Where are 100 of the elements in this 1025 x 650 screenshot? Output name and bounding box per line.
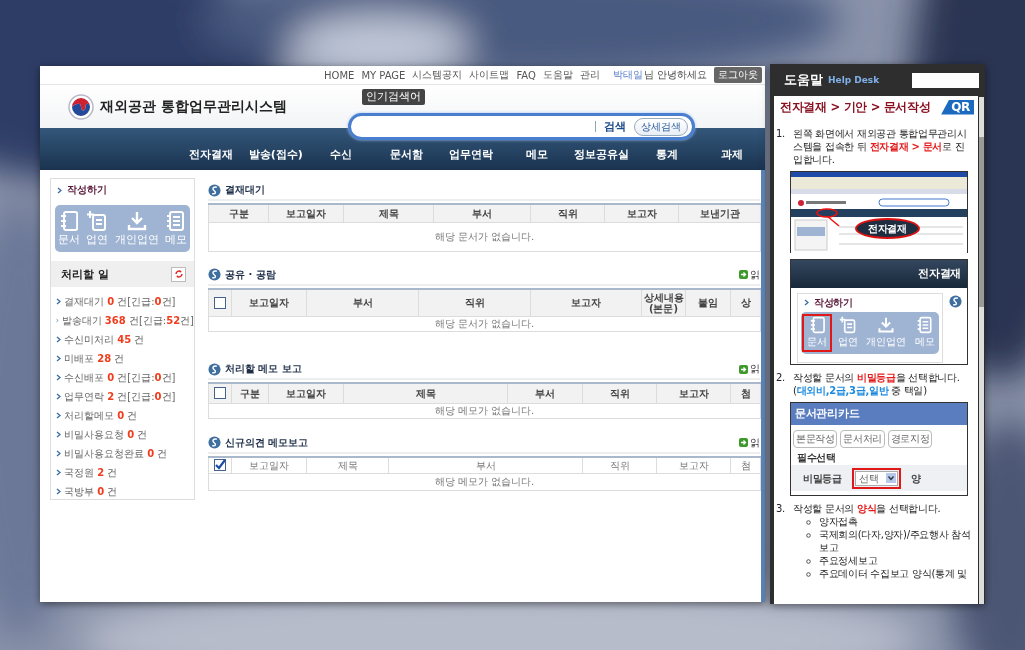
chevron-icon — [56, 298, 61, 305]
top-link[interactable]: 도움말 — [542, 68, 573, 82]
bullet-icon — [806, 520, 811, 525]
grade-select[interactable]: 선택 — [854, 470, 899, 486]
nav-item[interactable]: 업무연락 — [438, 147, 505, 162]
refresh-button[interactable] — [171, 266, 186, 282]
read-link[interactable]: 읽 — [739, 435, 760, 450]
nav-item[interactable]: 문서함 — [373, 147, 439, 162]
top-link[interactable]: 시스템공지 — [412, 68, 463, 82]
nav-item[interactable]: 과제 — [699, 147, 765, 162]
section-title: 결재대기 — [225, 183, 265, 197]
bullet-icon — [806, 572, 811, 577]
nav-item[interactable]: 메모 — [504, 147, 570, 162]
nav-item[interactable]: 통계 — [634, 147, 700, 162]
column-header: 구분 — [240, 387, 260, 399]
search-field[interactable]: 검색 상세검색 — [348, 113, 695, 140]
arrow-icon — [739, 438, 748, 447]
help-search-field[interactable] — [912, 72, 979, 88]
column-header: 부서 — [472, 207, 492, 219]
bullet-text: 양자접촉 — [819, 515, 858, 528]
column-header: 보고일자 — [286, 207, 326, 219]
select-all-checkbox[interactable] — [214, 459, 226, 472]
top-link[interactable]: FAQ — [516, 69, 536, 81]
nav-item[interactable]: 발송(접수) — [243, 147, 309, 162]
compose-title: 작성하기 — [67, 183, 107, 197]
todo-link[interactable]: 발송대기 368 건[긴급:52건] — [61, 313, 194, 328]
nav-item[interactable]: 수신 — [308, 147, 374, 162]
todo-link[interactable]: 수신배포 0 건[긴급:0건] — [64, 370, 176, 385]
todo-link[interactable]: 비밀사용요청 0 건 — [64, 427, 148, 442]
scrollbar[interactable] — [979, 97, 984, 604]
card-tab-button[interactable]: 본문작성 — [793, 430, 838, 448]
column-header: 구분 — [228, 207, 249, 219]
chevron-icon — [56, 488, 61, 495]
required-label: 필수선택 — [796, 451, 837, 465]
bullet-text: 주요데이터 수집보고 양식(통계 및 — [819, 567, 968, 580]
arrow-icon — [739, 364, 748, 374]
top-link[interactable]: 관리 — [579, 68, 600, 82]
column-header: 직위 — [557, 207, 578, 219]
column-header: 부서 — [475, 459, 496, 471]
chevron-icon — [56, 450, 61, 457]
step-text: 작성할 문서의 양식을 선택합니다. — [793, 502, 941, 515]
select-all-checkbox[interactable] — [214, 296, 226, 309]
notepad-icon — [915, 316, 934, 334]
step-number: 3. — [776, 502, 786, 515]
greeting-text: 님 안녕하세요 — [643, 68, 707, 82]
advanced-search-button[interactable]: 상세검색 — [634, 117, 688, 136]
top-link[interactable]: MY PAGE — [361, 69, 406, 81]
swirl-icon — [208, 268, 221, 281]
bullet-icon — [806, 533, 811, 538]
user-name: 박태일 — [612, 68, 643, 82]
nav-item[interactable]: 정보공유실 — [569, 147, 635, 162]
todo-link[interactable]: 국방부 0 건 — [64, 484, 118, 499]
logout-button[interactable]: 로그아웃 — [714, 67, 762, 83]
todo-link[interactable]: 업무연락 2 건[긴급:0건] — [64, 389, 176, 404]
read-link[interactable]: 읽 — [739, 267, 760, 282]
empty-message: 해당 문서가 없습니다. — [434, 230, 535, 242]
screenshot-header: 전자결재 — [791, 260, 967, 288]
card-tab-button[interactable]: 문서처리 — [840, 430, 885, 448]
chevron-icon — [56, 336, 61, 343]
notebook-plus-icon — [86, 210, 109, 232]
todo-link[interactable]: 처리할메모 0 건 — [64, 408, 138, 423]
column-header: 제목 — [337, 459, 358, 471]
top-link[interactable]: 사이트맵 — [469, 68, 510, 82]
scrollbar[interactable] — [761, 170, 765, 602]
todo-link[interactable]: 국정원 2 건 — [64, 465, 118, 480]
field-label: 양 — [911, 471, 921, 485]
chevron-icon — [56, 412, 61, 419]
column-header: 보고일자 — [249, 297, 289, 309]
todo-link[interactable]: 미배포 28 건 — [64, 351, 125, 366]
search-button[interactable]: 검색 — [602, 119, 628, 134]
top-link[interactable]: HOME — [324, 69, 355, 81]
caret-icon — [886, 473, 897, 483]
card-tab-button[interactable]: 경로지정 — [887, 430, 933, 448]
swirl-icon — [208, 362, 221, 376]
column-header: 직위 — [609, 387, 630, 399]
field-label: 비밀등급 — [803, 471, 842, 485]
select-all-checkbox[interactable] — [214, 387, 226, 400]
column-header: 첨 — [740, 387, 751, 399]
download-icon — [877, 316, 896, 334]
todo-link[interactable]: 결재대기 0 건[긴급:0건] — [64, 294, 176, 309]
popular-search-tooltip[interactable]: 인기검색어 — [362, 89, 425, 105]
swirl-icon — [208, 183, 221, 197]
notepad-icon — [164, 210, 187, 232]
step-number: 2. — [776, 371, 786, 385]
breadcrumb: 전자결재 > 기안 > 문서작성 — [779, 100, 931, 114]
column-header: 보고자 — [678, 459, 709, 471]
chevron-icon — [56, 317, 59, 324]
column-header: 부서 — [535, 387, 555, 399]
todo-link[interactable]: 비밀사용요청완료 0 건 — [64, 446, 168, 461]
chevron-icon — [56, 469, 61, 476]
nav-item[interactable]: 전자결재 — [178, 147, 244, 162]
read-link[interactable]: 읽 — [739, 362, 760, 376]
column-header: 붙임 — [698, 297, 718, 309]
step-text: 작성할 문서의 비밀등급을 선택합니다. (대외비,2급,3급,일반 중 택일) — [793, 371, 961, 397]
qr-badge[interactable]: QR — [941, 99, 974, 115]
arrow-icon — [739, 270, 748, 279]
notebook-icon — [809, 316, 825, 334]
todo-link[interactable]: 수신미처리 45 건 — [64, 332, 145, 347]
column-header: 직위 — [464, 297, 485, 309]
compose-title: 작성하기 — [814, 296, 853, 309]
